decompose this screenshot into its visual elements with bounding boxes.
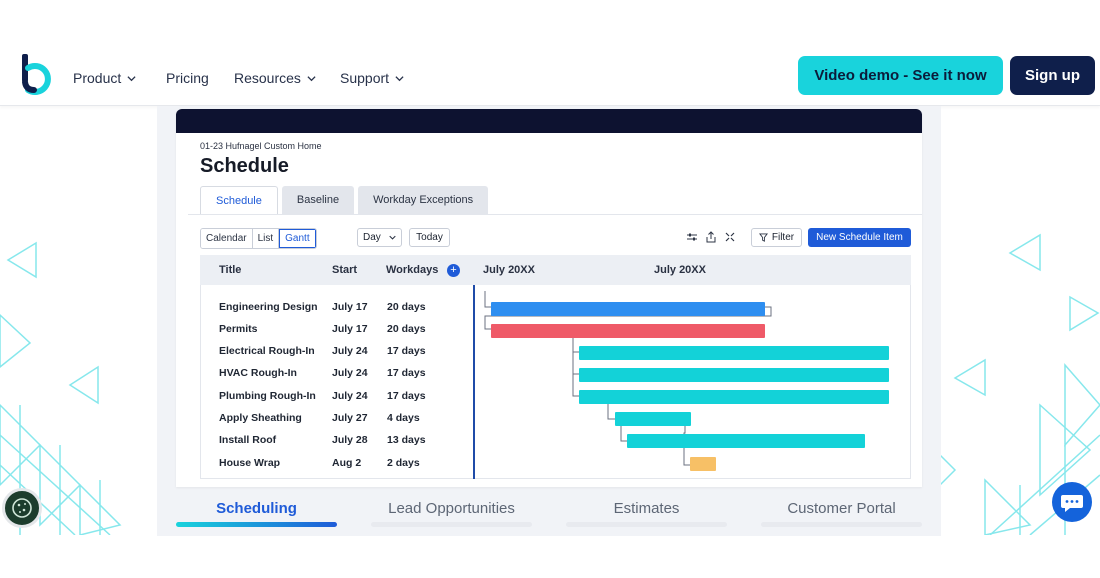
view-calendar-button[interactable]: Calendar	[201, 229, 253, 248]
dependency-line	[607, 404, 615, 420]
nav-support-label: Support	[340, 70, 390, 86]
row-workdays: 17 days	[387, 390, 426, 402]
dependency-line	[572, 352, 579, 375]
row-title: Engineering Design	[219, 301, 318, 313]
cookie-icon	[12, 498, 32, 518]
feature-tab-indicator	[176, 522, 337, 527]
sign-up-button[interactable]: Sign up	[1010, 56, 1095, 95]
row-start: July 24	[332, 345, 368, 357]
row-title: Apply Sheathing	[219, 412, 302, 424]
new-schedule-item-button[interactable]: New Schedule Item	[808, 228, 911, 247]
row-title: Electrical Rough-In	[219, 345, 315, 357]
row-title: Plumbing Rough-In	[219, 390, 316, 402]
row-title: Install Roof	[219, 434, 277, 446]
filter-label: Filter	[771, 232, 795, 243]
dependency-line	[572, 374, 579, 397]
column-header-start[interactable]: Start	[332, 264, 357, 276]
row-title: Permits	[219, 323, 258, 335]
timeline-header-2: July 20XX	[654, 264, 706, 276]
view-gantt-button[interactable]: Gantt	[279, 229, 316, 248]
app-top-bar	[176, 109, 922, 133]
gantt-bar-install-roof	[627, 434, 865, 448]
feature-tab-lead-opportunities[interactable]: Lead Opportunities	[371, 500, 532, 517]
brand-logo-icon[interactable]	[20, 54, 52, 96]
tab-baseline[interactable]: Baseline	[281, 186, 355, 214]
gantt-bar-engineering-design	[491, 302, 765, 316]
row-workdays: 20 days	[387, 301, 426, 313]
feature-tab-estimates[interactable]: Estimates	[566, 500, 727, 517]
row-workdays: 13 days	[387, 434, 426, 446]
feature-tab-track	[566, 522, 727, 527]
page: Product Pricing Resources Support Video …	[0, 0, 1100, 578]
schedule-app-preview: 01-23 Hufnagel Custom Home Schedule Sche…	[176, 109, 922, 487]
gantt-bar-permits	[491, 324, 765, 338]
row-start: July 27	[332, 412, 368, 424]
feature-tab-track	[761, 522, 922, 527]
cookie-settings-button[interactable]	[2, 488, 42, 528]
gantt-bar-hvac-rough-in	[579, 368, 889, 382]
tab-schedule[interactable]: Schedule	[200, 186, 278, 214]
dependency-line	[484, 291, 491, 308]
nav-product-label: Product	[73, 70, 122, 86]
row-workdays: 17 days	[387, 345, 426, 357]
row-start: July 17	[332, 301, 368, 313]
day-select-value: Day	[363, 232, 381, 243]
grid-header	[200, 255, 911, 285]
chevron-down-icon	[395, 75, 404, 81]
sliders-icon[interactable]	[686, 231, 698, 243]
row-workdays: 2 days	[387, 457, 420, 469]
filter-icon	[758, 233, 768, 242]
gantt-bar-apply-sheathing	[615, 412, 691, 426]
chevron-down-icon	[389, 235, 396, 240]
filter-button[interactable]: Filter	[751, 228, 802, 247]
chat-button[interactable]	[1052, 482, 1092, 522]
gantt-bar-electrical-rough-in	[579, 346, 889, 360]
add-column-button[interactable]: +	[447, 264, 460, 277]
row-title: House Wrap	[219, 457, 281, 469]
nav-resources-label: Resources	[234, 70, 301, 86]
schedule-tabs: Schedule Baseline Workday Exceptions	[200, 186, 489, 214]
chevron-down-icon	[127, 75, 136, 81]
row-workdays: 17 days	[387, 367, 426, 379]
feature-tab-customer-portal[interactable]: Customer Portal	[761, 500, 922, 517]
nav-product[interactable]: Product	[73, 70, 136, 86]
row-start: Aug 2	[332, 457, 362, 469]
share-icon[interactable]	[705, 231, 717, 243]
project-breadcrumb: 01-23 Hufnagel Custom Home	[200, 141, 322, 151]
nav-pricing-label: Pricing	[166, 70, 209, 86]
row-start: July 24	[332, 390, 368, 402]
row-start: July 17	[332, 323, 368, 335]
tab-divider	[188, 214, 922, 215]
row-workdays: 20 days	[387, 323, 426, 335]
today-button[interactable]: Today	[409, 228, 450, 247]
column-header-workdays[interactable]: Workdays	[386, 264, 438, 276]
row-start: July 24	[332, 367, 368, 379]
dependency-line	[572, 337, 579, 353]
zoom-day-select[interactable]: Day	[357, 228, 402, 247]
row-title: HVAC Rough-In	[219, 367, 297, 379]
gantt-chart	[484, 291, 889, 471]
video-demo-button[interactable]: Video demo - See it now	[798, 56, 1003, 95]
nav-support[interactable]: Support	[340, 70, 404, 86]
top-navbar: Product Pricing Resources Support Video …	[0, 40, 1100, 106]
timeline-header-1: July 20XX	[483, 264, 535, 276]
nav-resources[interactable]: Resources	[234, 70, 316, 86]
row-workdays: 4 days	[387, 412, 420, 424]
gantt-bar-plumbing-rough-in	[579, 390, 889, 404]
view-list-button[interactable]: List	[252, 229, 280, 248]
chat-bubble-icon	[1061, 495, 1083, 512]
dependency-line	[620, 426, 627, 442]
row-start: July 28	[332, 434, 368, 446]
chevron-down-icon	[307, 75, 316, 81]
feature-tab-scheduling[interactable]: Scheduling	[176, 500, 337, 517]
feature-tab-track	[371, 522, 532, 527]
page-title: Schedule	[200, 155, 289, 177]
gantt-bar-house-wrap	[690, 457, 716, 471]
nav-pricing[interactable]: Pricing	[166, 70, 209, 86]
collapse-icon[interactable]	[724, 231, 736, 243]
tab-workday-exceptions[interactable]: Workday Exceptions	[358, 186, 489, 214]
column-header-title[interactable]: Title	[219, 264, 241, 276]
view-switcher: Calendar List Gantt	[200, 228, 317, 249]
